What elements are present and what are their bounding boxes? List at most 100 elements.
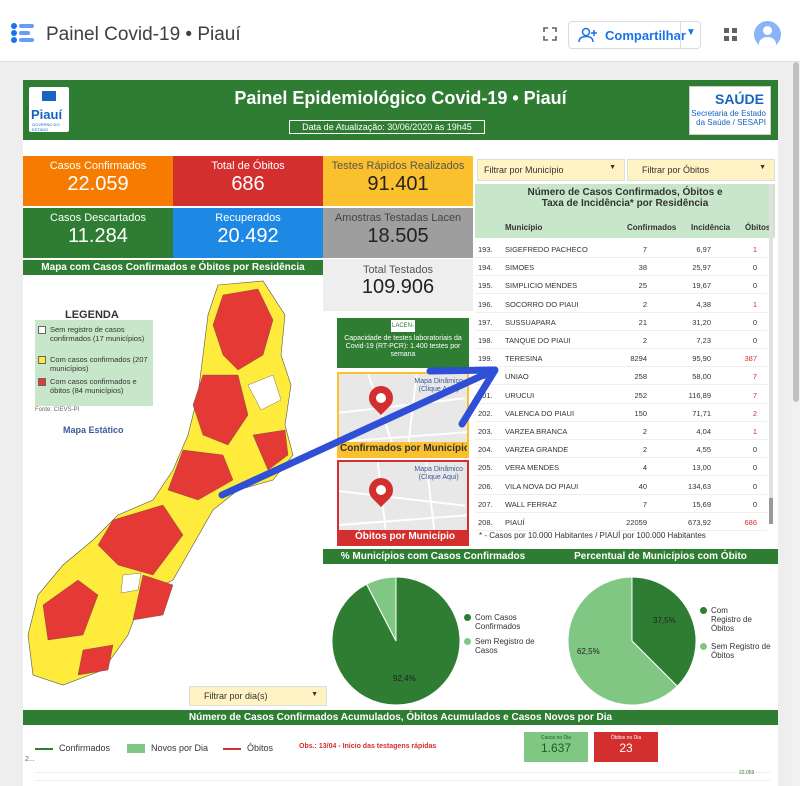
table-row[interactable]: 208. PIAUÍ 22059 673,92 686 — [475, 513, 767, 531]
kpi-value: 686 — [231, 173, 265, 195]
filter-label: Filtrar por Município — [484, 165, 564, 175]
row-index: 200. — [478, 372, 493, 382]
row-index: 202. — [478, 408, 493, 418]
dynamic-map-link[interactable]: Mapa Dinâmico (Clique Aqui) — [414, 378, 463, 394]
row-incidencia: 673,92 — [688, 518, 711, 527]
novos-no-dia: Casos no Dia 1.637 — [524, 732, 588, 762]
legend-swatch-cases — [38, 356, 46, 364]
table-row[interactable]: 196. SOCORRO DO PIAUI 2 4,38 1 — [475, 295, 767, 313]
col-incidencia[interactable]: Incidência — [691, 223, 730, 232]
table-row[interactable]: 193. SIGEFREDO PACHECO 7 6,97 1 — [475, 240, 767, 258]
col-municipio[interactable]: Município — [505, 223, 542, 232]
row-index: 206. — [478, 481, 493, 491]
map-section-title: Mapa com Casos Confirmados e Óbitos por … — [23, 260, 323, 275]
row-index: 201. — [478, 390, 493, 400]
kpi-label: Total de Óbitos — [211, 160, 285, 172]
dynamic-map-link[interactable]: Mapa Dinâmico (Clique Aqui) — [414, 466, 463, 482]
row-confirmados: 2 — [642, 336, 647, 345]
pie-chart-obitos[interactable] — [565, 574, 699, 708]
table-row[interactable]: 203. VARZEA BRANCA 2 4,04 1 — [475, 422, 767, 440]
row-index: 208. — [478, 518, 493, 527]
table-row[interactable]: 199. TERESINA 8294 95,90 387 — [475, 349, 767, 368]
table-row[interactable]: 207. WALL FERRAZ 7 15,69 0 — [475, 495, 767, 513]
report-title[interactable]: Painel Covid-19 • Piauí — [46, 24, 241, 46]
add-person-icon — [578, 27, 597, 43]
legend-item: Com casos confirmados (207 municípios) — [50, 355, 148, 373]
kpi-value: 109.906 — [361, 276, 435, 298]
table-row[interactable]: 202. VALENCA DO PIAUI 150 71,71 2 — [475, 404, 767, 422]
row-incidencia: 6,97 — [696, 245, 711, 254]
table-footnote: * - Casos por 10.000 Habitantes / PIAUÍ … — [479, 531, 706, 540]
row-incidencia: 13,00 — [692, 463, 711, 473]
pie-1-title: % Municípios com Casos Confirmados — [323, 549, 543, 564]
row-incidencia: 134,63 — [688, 481, 711, 491]
legend-item: Com casos confirmados e óbitos (84 munic… — [50, 377, 137, 395]
row-confirmados: 7 — [642, 499, 647, 509]
row-obitos: 1 — [752, 427, 757, 436]
row-obitos: 1 — [752, 299, 757, 309]
legend-text: Com Casos Confirmados — [475, 613, 521, 631]
map-card-confirmados[interactable]: Mapa Dinâmico (Clique Aqui) Confirmados p… — [337, 372, 469, 458]
col-confirmados[interactable]: Confirmados — [627, 223, 676, 232]
col-obitos[interactable]: Óbitos — [745, 223, 770, 232]
fullscreen-icon[interactable] — [543, 27, 557, 41]
row-obitos: 0 — [752, 481, 757, 491]
table-row[interactable]: 195. SIMPLICIO MENDES 25 19,67 0 — [475, 276, 767, 295]
share-button[interactable]: Compartilhar ▼ — [568, 21, 701, 49]
legend-dot — [464, 614, 471, 621]
row-incidencia: 7,23 — [696, 336, 711, 345]
table-scrollbar[interactable] — [769, 184, 773, 524]
dropdown-icon: ▼ — [311, 691, 318, 698]
kpi-total-testados: Total Testados 109.906 — [323, 259, 473, 311]
filter-obitos[interactable]: Filtrar por Óbitos ▼ — [627, 159, 775, 181]
pie-chart-confirmados[interactable] — [329, 574, 463, 708]
update-date: Data de Atualização: 30/06/2020 às 19h45 — [289, 120, 485, 134]
filter-dia[interactable]: Filtrar por dia(s) ▼ — [189, 686, 327, 706]
filter-municipio[interactable]: Filtrar por Município ▼ — [477, 159, 625, 181]
map-card-obitos[interactable]: Mapa Dinâmico (Clique Aqui) Óbitos por Mu… — [337, 460, 469, 546]
row-obitos: 387 — [744, 354, 757, 364]
dyn-line-2: (Clique Aqui) — [418, 386, 459, 393]
legend-line — [35, 748, 53, 750]
table-row[interactable]: 206. VILA NOVA DO PIAUI 40 134,63 0 — [475, 477, 767, 495]
table-row[interactable]: 197. SUSSUAPARA 21 31,20 0 — [475, 313, 767, 331]
table-row[interactable]: 201. URUCUI 252 116,89 7 — [475, 386, 767, 404]
row-confirmados: 252 — [634, 390, 647, 400]
row-obitos: 686 — [744, 518, 757, 527]
kpi-descartados: Casos Descartados 11.284 — [23, 208, 173, 258]
legend-text: Óbitos — [247, 743, 274, 753]
table-row[interactable]: 198. TANQUE DO PIAUI 2 7,23 0 — [475, 331, 767, 349]
row-municipio: VILA NOVA DO PIAUI — [505, 481, 579, 491]
row-index: 197. — [478, 317, 493, 327]
mini-value: 23 — [619, 741, 633, 755]
pie-2-pct-main: 62,5% — [577, 647, 600, 656]
municipios-table[interactable]: Número de Casos Confirmados, Óbitos e Tax… — [475, 184, 775, 546]
legend-box — [127, 744, 145, 753]
legend-dot — [700, 607, 707, 614]
gridline — [35, 780, 770, 781]
row-obitos: 0 — [752, 463, 757, 473]
row-index: 199. — [478, 354, 493, 364]
table-title: Número de Casos Confirmados, Óbitos e Tax… — [475, 187, 775, 209]
table-row[interactable]: 204. VARZEA GRANDE 2 4,55 0 — [475, 440, 767, 459]
table-row[interactable]: 200. UNIAO 258 58,00 7 — [475, 367, 767, 386]
row-obitos: 0 — [752, 317, 757, 327]
table-scrollbar-thumb[interactable] — [769, 498, 773, 524]
row-municipio: VERA MENDES — [505, 463, 560, 473]
data-studio-logo-icon[interactable] — [10, 22, 36, 44]
saude-sub: Secretaria de Estado da Saúde / SESAPI — [691, 109, 766, 127]
table-row[interactable]: 205. VERA MENDES 4 13,00 0 — [475, 458, 767, 477]
share-dropdown-icon[interactable]: ▼ — [686, 27, 696, 38]
timeseries-title: Número de Casos Confirmados Acumulados, … — [23, 710, 778, 725]
gridline — [35, 772, 770, 773]
apps-grid-icon[interactable] — [724, 28, 738, 42]
page-scrollbar-thumb[interactable] — [793, 62, 799, 402]
legend-text: Sem Registro de Óbitos — [711, 642, 771, 660]
user-avatar[interactable] — [754, 21, 781, 48]
table-row[interactable]: 194. SIMOES 38 25,97 0 — [475, 258, 767, 277]
logo-text: Piauí — [31, 107, 63, 122]
mini-value: 1.637 — [540, 741, 572, 755]
row-index: 205. — [478, 463, 493, 473]
map-legend: Sem registro de casos confirmados (17 mu… — [35, 320, 153, 406]
row-confirmados: 8294 — [630, 354, 647, 364]
